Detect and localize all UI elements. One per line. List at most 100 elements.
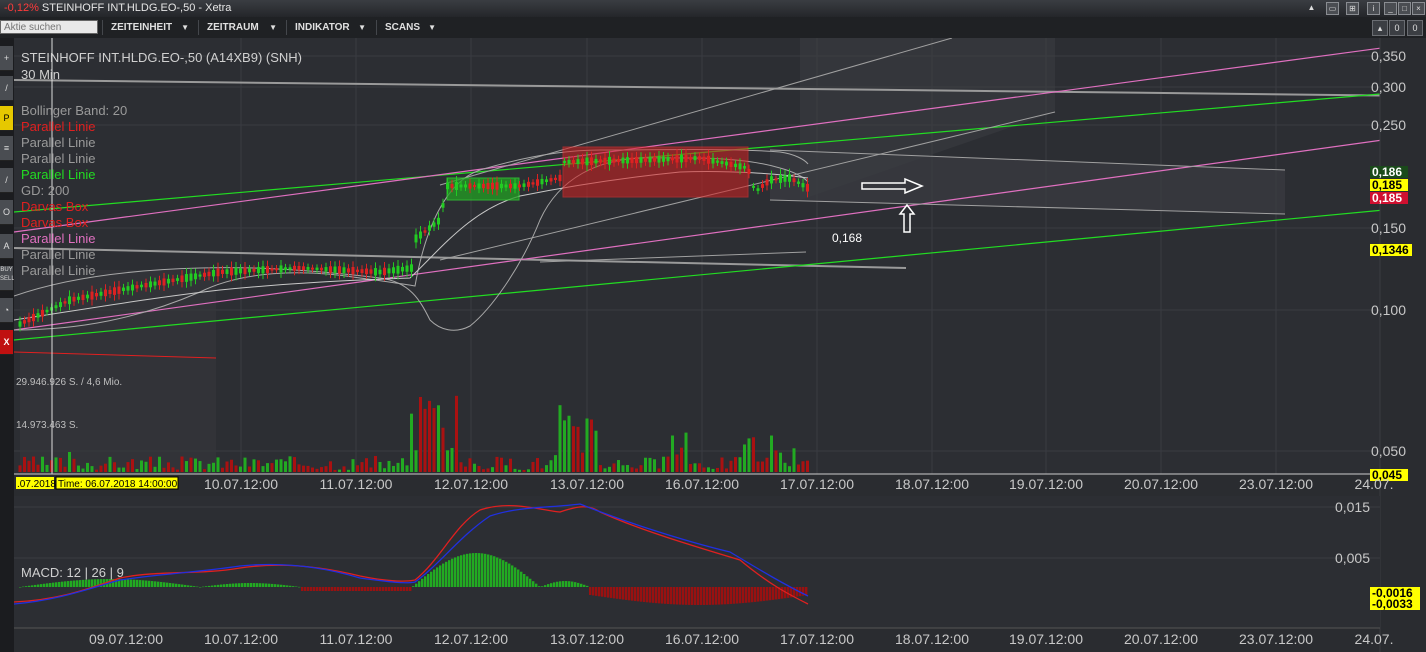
- menu-zeitraum[interactable]: ZEITRAUM ▼: [198, 20, 283, 35]
- macd-bar: [211, 585, 214, 587]
- price-tag-label: 0,1346: [1372, 243, 1409, 257]
- candle: [54, 305, 58, 309]
- legend-item[interactable]: Parallel Linie: [21, 151, 95, 166]
- legend-item[interactable]: Parallel Linie: [21, 231, 95, 246]
- macd-bar: [319, 587, 322, 591]
- menu-scans[interactable]: SCANS ▼: [376, 20, 442, 35]
- legend-item[interactable]: Parallel Linie: [21, 119, 95, 134]
- volume-bar: [86, 462, 89, 472]
- macd-bar: [466, 553, 469, 587]
- notification-icon[interactable]: ▴: [1372, 20, 1388, 36]
- volume-bar: [324, 466, 328, 472]
- monitor-icon[interactable]: ▭: [1326, 2, 1339, 15]
- macd-bar: [382, 587, 385, 591]
- volume-bar: [297, 464, 301, 472]
- macd-bar: [424, 576, 427, 587]
- volume-bar: [32, 456, 35, 472]
- macd-bar: [400, 587, 403, 591]
- macd-bar: [742, 587, 745, 604]
- menu-zeitraum-label: ZEITRAUM: [207, 22, 259, 33]
- legend-item[interactable]: Darvas Box: [21, 215, 89, 230]
- volume-bar: [153, 466, 157, 472]
- macd-bar: [484, 553, 487, 587]
- volume-bar: [698, 463, 701, 472]
- macd-bar: [142, 580, 145, 587]
- legend-item[interactable]: Bollinger Band: 20: [21, 103, 127, 118]
- volume-bar: [657, 468, 661, 472]
- volume-bar: [707, 467, 710, 472]
- macd-bar: [532, 581, 535, 587]
- candle: [117, 286, 121, 294]
- macd-bar: [619, 587, 622, 600]
- search-input[interactable]: [0, 20, 98, 34]
- candle: [671, 157, 674, 161]
- candle: [783, 175, 787, 182]
- volume-bar: [486, 468, 490, 472]
- candle: [459, 184, 463, 188]
- badge-count-a[interactable]: 0: [1389, 20, 1405, 36]
- volume-bar: [432, 408, 436, 472]
- macd-bar: [694, 587, 697, 605]
- macd-bar: [427, 573, 430, 587]
- volume-bar: [599, 465, 602, 472]
- macd-bar: [325, 587, 328, 591]
- candle: [410, 264, 413, 272]
- legend-item[interactable]: Parallel Linie: [21, 263, 95, 278]
- info-icon[interactable]: i: [1367, 2, 1380, 15]
- candle: [23, 320, 26, 324]
- close-icon[interactable]: ×: [1412, 2, 1425, 15]
- volume-bar: [95, 469, 98, 472]
- volume-bar: [585, 418, 589, 472]
- price-tag-label: 0,185: [1372, 191, 1402, 205]
- maximize-icon[interactable]: □: [1398, 2, 1411, 15]
- badge-count-b[interactable]: 0: [1407, 20, 1423, 36]
- macd-bar: [511, 565, 514, 587]
- candle: [347, 268, 350, 273]
- candle: [266, 266, 269, 274]
- candle: [77, 296, 80, 300]
- candle: [95, 293, 98, 297]
- volume-bar: [392, 465, 395, 472]
- macd-bar: [547, 584, 550, 587]
- volume-bar: [135, 469, 139, 472]
- price-tick: 0,250: [1371, 117, 1406, 133]
- volume-bar: [608, 466, 611, 472]
- macd-bar: [700, 587, 703, 605]
- volume-bar: [743, 444, 746, 472]
- legend-item[interactable]: Parallel Linie: [21, 247, 95, 262]
- macd-bar: [697, 587, 700, 605]
- macd-bar: [526, 576, 529, 587]
- time-tick: 09.07.12:00: [89, 631, 163, 647]
- macd-bar: [436, 567, 439, 587]
- volume-bar: [549, 460, 553, 472]
- legend-item[interactable]: GD: 200: [21, 183, 69, 198]
- volume-bar: [311, 467, 314, 472]
- macd-bar: [31, 585, 34, 587]
- volume-bar: [630, 467, 634, 472]
- candle: [441, 203, 445, 208]
- macd-bar: [268, 583, 271, 587]
- macd-bar: [364, 587, 367, 591]
- macd-bar: [79, 580, 82, 587]
- candle: [684, 154, 688, 163]
- minimize-icon[interactable]: _: [1384, 2, 1397, 15]
- legend-item[interactable]: Parallel Linie: [21, 167, 95, 182]
- layout-icon[interactable]: ⊞: [1346, 2, 1359, 15]
- legend-item[interactable]: Parallel Linie: [21, 135, 95, 150]
- macd-bar: [220, 584, 223, 587]
- menu-zeiteinheit[interactable]: ZEITEINHEIT ▼: [102, 20, 195, 35]
- bell-icon[interactable]: ▲: [1306, 2, 1317, 13]
- price-annotation: 0,168: [832, 231, 862, 245]
- price-chart[interactable]: 0,168 STEINHOFF INT.HLDG.EO-,50 (A14XB9)…: [0, 38, 1426, 652]
- macd-bar: [157, 581, 160, 587]
- candle: [801, 183, 805, 188]
- macd-bar: [358, 587, 361, 591]
- candle: [374, 268, 377, 276]
- menu-indikator[interactable]: INDIKATOR ▼: [286, 20, 372, 35]
- macd-bar: [658, 587, 661, 604]
- macd-bar: [655, 587, 658, 604]
- macd-bar: [340, 587, 343, 591]
- macd-bar: [205, 586, 208, 587]
- legend-item[interactable]: Darvas Box: [21, 199, 89, 214]
- volume-bar: [230, 459, 233, 472]
